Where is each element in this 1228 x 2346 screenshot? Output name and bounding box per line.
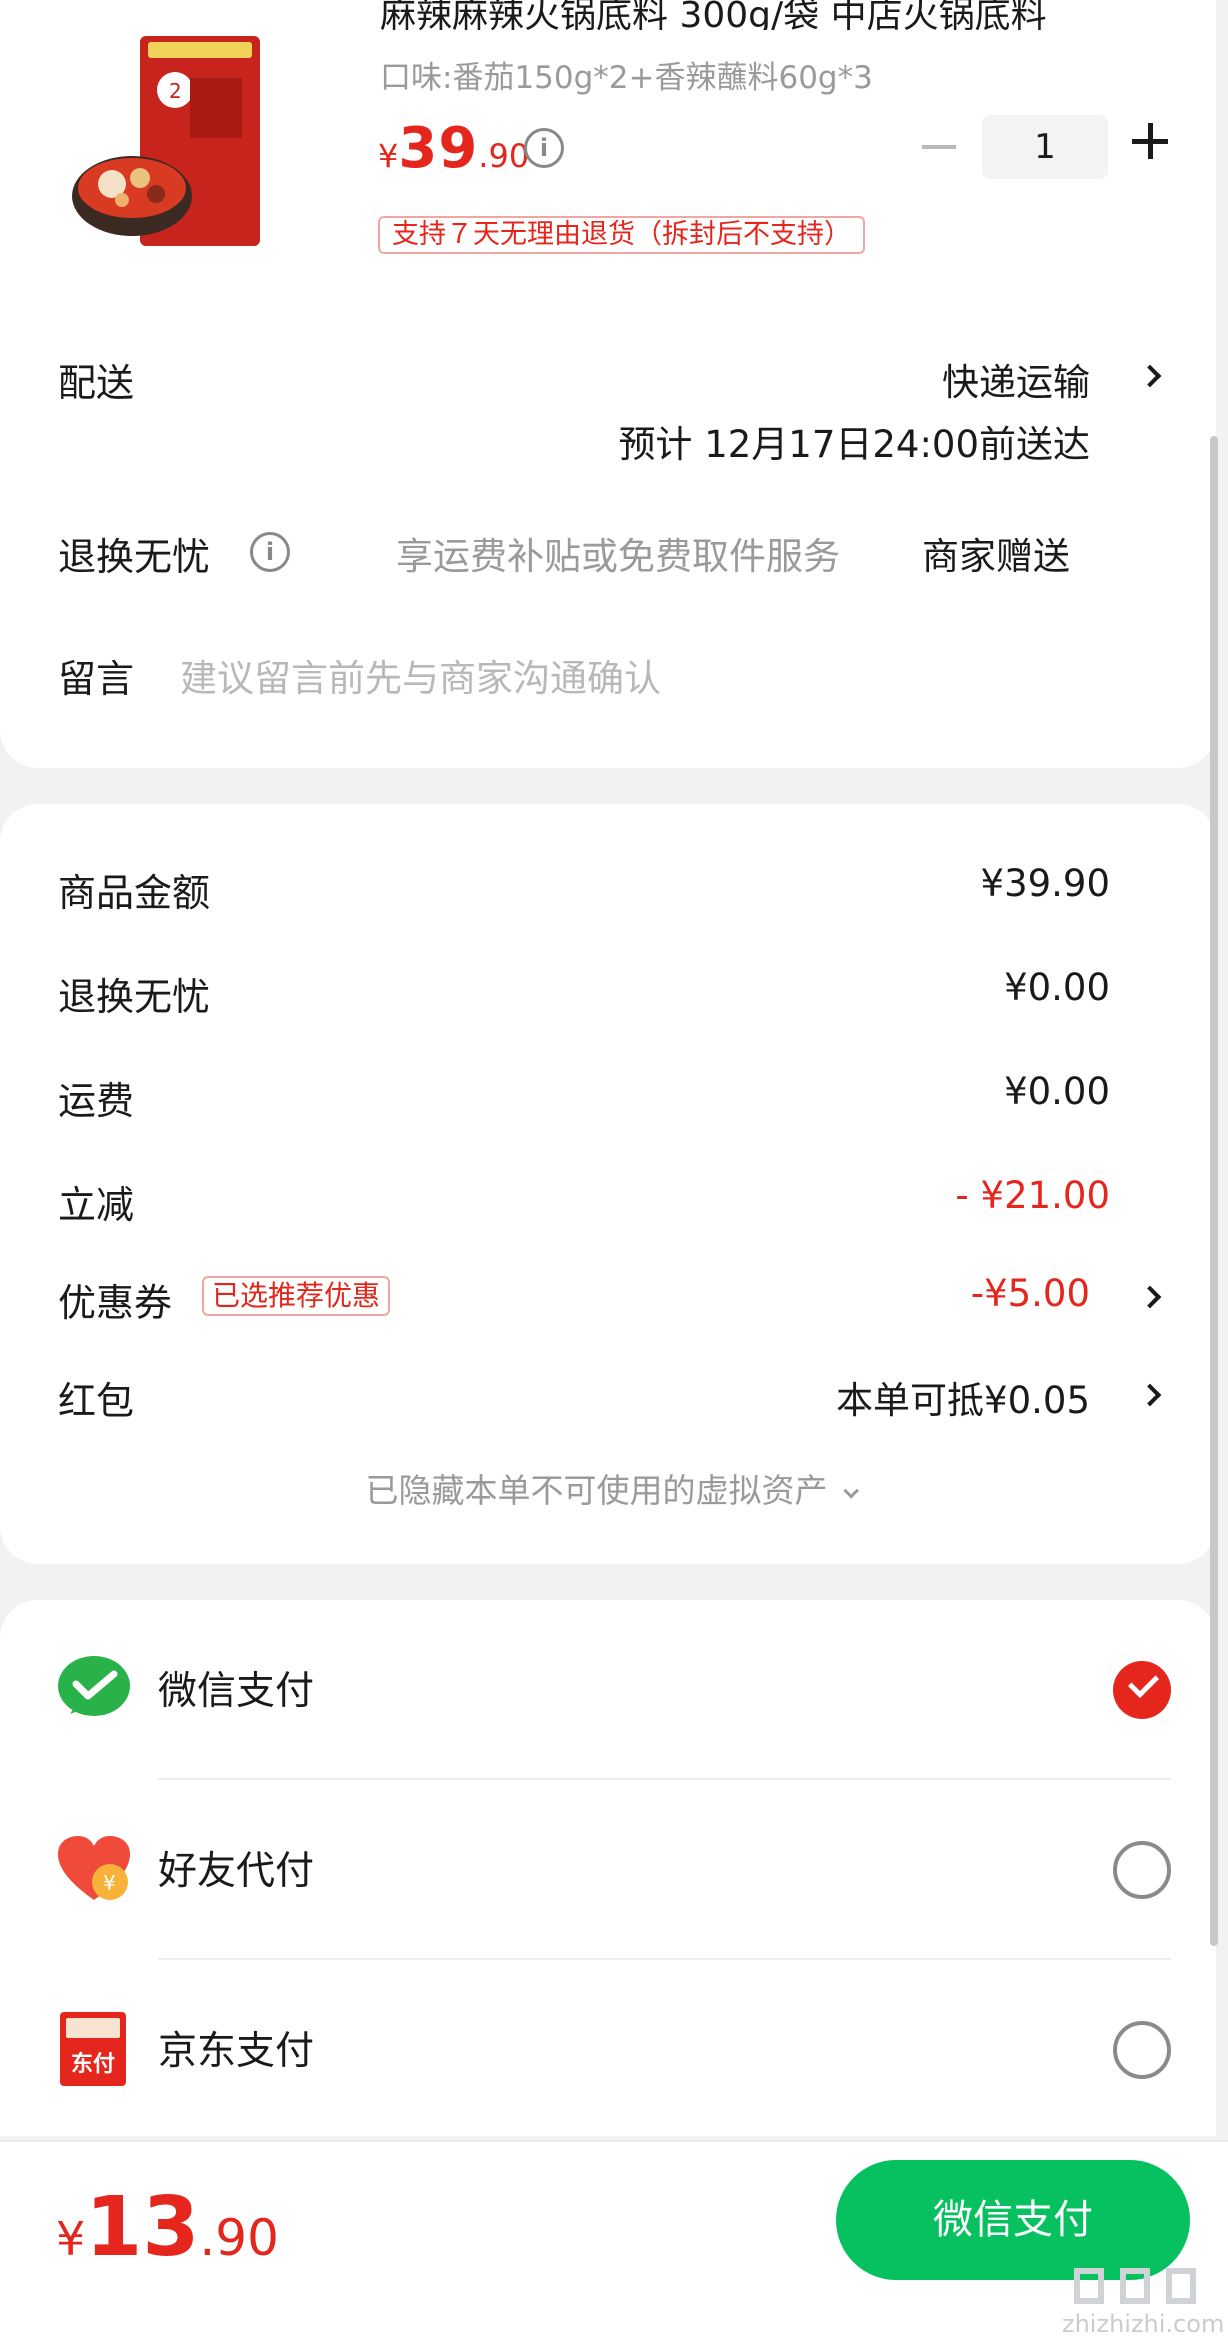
amount-value: ¥0.00 [1004,966,1110,1009]
checkout-bottom-bar: ¥13.90 微信支付 [0,2140,1228,2346]
payment-option-jd[interactable]: 东付 京东支付 [0,1960,1216,2140]
product-spec[interactable]: 口味:番茄150g*2+香辣蘸料60g*3 [380,52,873,97]
quantity-input[interactable]: 1 [982,115,1108,179]
payment-radio-unselected[interactable] [1113,1841,1171,1899]
product-title[interactable]: 麻辣麻辣火锅底料 300g/袋 中店火锅底料 [380,0,1160,30]
order-item-card: 2 麻辣麻辣火锅底料 300g/袋 中店火锅底料 口味:番茄150g*2+香辣蘸… [0,0,1216,768]
hidden-assets-toggle[interactable]: 已隐藏本单不可使用的虚拟资产 [0,1464,1216,1512]
total-price: ¥13.90 [56,2180,279,2275]
amount-label: 立减 [58,1183,135,1227]
worry-free-desc: 享运费补贴或免费取件服务 [396,535,840,578]
message-label: 留言 [58,657,135,701]
payment-label: 京东支付 [158,2029,315,2074]
payment-label: 微信支付 [158,1669,315,1714]
price-decimal: .90 [478,137,530,175]
price-info-icon[interactable]: i [524,128,564,168]
chevron-right-icon[interactable] [1138,1285,1162,1309]
coupon-label: 优惠券 [58,1281,173,1325]
payment-option-friend[interactable]: ¥ 好友代付 [0,1780,1216,1960]
payment-option-wechat[interactable]: 微信支付 [0,1600,1216,1780]
watermark-text: zhizhizhi.com [1062,2310,1225,2338]
total-decimal: .90 [199,2209,279,2267]
friend-pay-icon: ¥ [58,1836,130,1900]
amount-label: 退换无忧 [58,975,211,1019]
svg-text:2: 2 [169,79,182,103]
scrollbar[interactable] [1210,436,1218,1946]
worry-free-value: 商家赠送 [922,535,1070,578]
quantity-decrease-button[interactable] [922,145,956,149]
worry-free-label: 退换无忧 [58,535,211,579]
return-policy-badge: 支持７天无理由退货（拆封后不支持） [378,216,865,254]
jd-pay-icon: 东付 [60,2012,126,2086]
message-input[interactable]: 建议留言前先与商家沟通确认 [180,648,661,702]
payment-radio-unselected[interactable] [1113,2021,1171,2079]
hidden-assets-text: 已隐藏本单不可使用的虚拟资产 [365,1471,828,1510]
red-packet-value[interactable]: 本单可抵¥0.05 [836,1370,1090,1424]
chevron-right-icon[interactable] [1138,364,1162,388]
product-thumbnail[interactable]: 2 [70,28,300,258]
amount-label: 运费 [58,1079,135,1123]
watermark-logo-icon [1074,2268,1104,2304]
watermark-logo-icon [1166,2268,1196,2304]
discount-value: - ¥21.00 [955,1174,1110,1217]
quantity-increase-button[interactable] [1132,123,1168,159]
red-packet-label: 红包 [58,1379,135,1423]
payment-label: 好友代付 [158,1849,315,1894]
amount-summary-card: 商品金额 ¥39.90 退换无忧 ¥0.00 运费 ¥0.00 立减 - ¥21… [0,804,1216,1564]
chevron-right-icon[interactable] [1138,1383,1162,1407]
amount-label: 商品金额 [58,871,211,915]
amount-value: ¥0.00 [1004,1070,1110,1113]
coupon-value[interactable]: -¥5.00 [971,1272,1090,1315]
payment-methods-card: 微信支付 ¥ 好友代付 东付 京东支付 [0,1600,1216,2136]
checkout-page: 2 麻辣麻辣火锅底料 300g/袋 中店火锅底料 口味:番茄150g*2+香辣蘸… [0,0,1228,2346]
delivery-label: 配送 [58,361,135,405]
product-price: ¥39.90 [378,116,529,181]
payment-radio-selected[interactable] [1113,1661,1171,1719]
price-currency: ¥ [378,137,399,175]
jd-pay-icon-text: 东付 [70,2052,115,2077]
amount-value: ¥39.90 [980,862,1110,905]
price-integer: 39 [398,116,479,181]
coupon-recommended-tag: 已选推荐优惠 [202,1276,391,1316]
watermark-logo-icon [1120,2268,1150,2304]
wechat-pay-icon [58,1656,130,1716]
total-integer: 13 [85,2180,200,2275]
pay-button[interactable]: 微信支付 [836,2160,1190,2280]
svg-text:¥: ¥ [103,1871,116,1895]
chevron-down-icon [842,1483,859,1499]
delivery-method[interactable]: 快递运输 [942,352,1090,406]
delivery-eta: 预计 12月17日24:00前送达 [618,423,1090,466]
worry-free-info-icon[interactable]: i [250,532,290,572]
total-currency: ¥ [56,2212,86,2266]
